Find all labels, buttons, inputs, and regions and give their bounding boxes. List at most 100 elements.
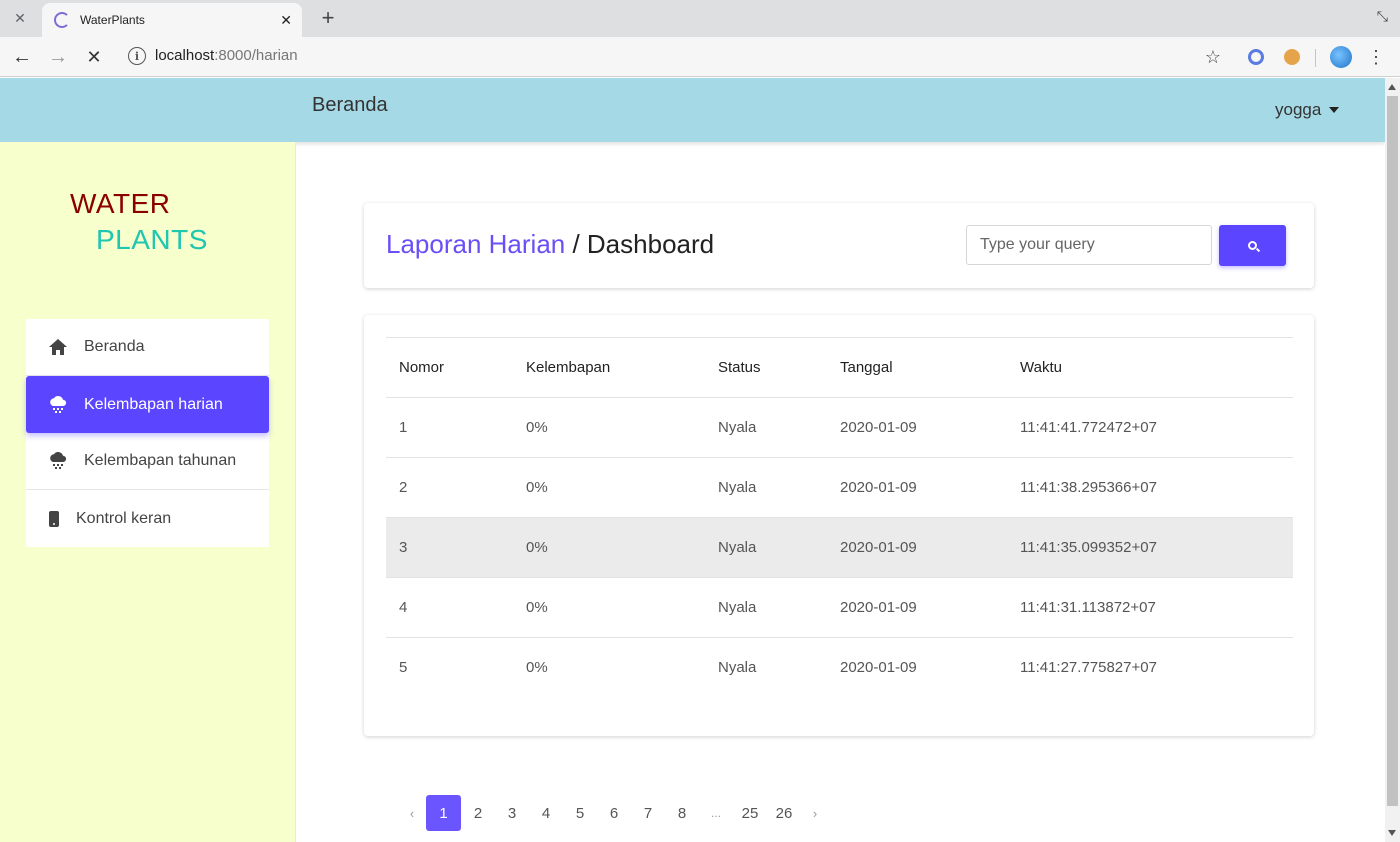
- table-cell: Nyala: [705, 637, 827, 698]
- sidebar: WATER PLANTS Beranda Kelembapan harian K…: [0, 142, 296, 842]
- page-link-3[interactable]: 3: [495, 795, 529, 831]
- table-row: 3 0% Nyala 2020-01-09 11:41:35.099352+07: [386, 517, 1293, 578]
- browser-tab-bar: ✕ WaterPlants ✕ + ⤡: [0, 0, 1400, 37]
- page-link-25[interactable]: 25: [733, 795, 767, 831]
- page-link-2[interactable]: 2: [461, 795, 495, 831]
- sidebar-item-label: Beranda: [84, 338, 145, 355]
- table-cell: 4: [386, 577, 513, 638]
- page-link-5[interactable]: 5: [563, 795, 597, 831]
- table-cell: Nyala: [705, 577, 827, 638]
- table-cell: Nyala: [705, 397, 827, 458]
- sidebar-nav: Beranda Kelembapan harian Kelembapan tah…: [26, 319, 269, 547]
- table-cell: 2020-01-09: [827, 577, 1007, 638]
- table-cell: Nyala: [705, 457, 827, 518]
- page-scrollbar[interactable]: [1385, 78, 1400, 842]
- url-host: localhost: [155, 47, 215, 64]
- page-link-4[interactable]: 4: [529, 795, 563, 831]
- table-cell: 11:41:31.113872+07: [1007, 577, 1293, 638]
- column-header: Status: [705, 337, 827, 398]
- header-title: Beranda: [312, 94, 388, 116]
- search-button[interactable]: [1219, 225, 1286, 266]
- user-name: yogga: [1275, 100, 1322, 119]
- sidebar-item-kelembapan-harian[interactable]: Kelembapan harian: [26, 376, 269, 433]
- search-input[interactable]: [966, 225, 1212, 265]
- browser-menu-icon[interactable]: ⋮: [1364, 43, 1388, 71]
- table-cell: 2020-01-09: [827, 397, 1007, 458]
- table-cell: 11:41:41.772472+07: [1007, 397, 1293, 458]
- page-link-1[interactable]: 1: [426, 795, 461, 831]
- app-header: Beranda yogga: [0, 78, 1385, 142]
- page-title: Laporan Harian / Dashboard: [386, 229, 714, 260]
- scroll-down-arrow-icon[interactable]: [1388, 830, 1396, 836]
- page-link-26[interactable]: 26: [767, 795, 801, 831]
- cloud-rain-icon: [48, 395, 68, 415]
- table-cell: Nyala: [705, 517, 827, 578]
- toolbar-divider: [1315, 49, 1316, 67]
- new-tab-icon[interactable]: +: [314, 4, 342, 32]
- page-link-7[interactable]: 7: [631, 795, 665, 831]
- scroll-thumb[interactable]: [1387, 96, 1398, 806]
- table-cell: 0%: [513, 577, 705, 638]
- table-row: 5 0% Nyala 2020-01-09 11:41:27.775827+07: [386, 637, 1293, 698]
- sidebar-item-label: Kelembapan tahunan: [84, 452, 237, 469]
- column-header: Nomor: [386, 337, 513, 398]
- bookmark-star-icon[interactable]: ☆: [1200, 43, 1226, 71]
- info-icon[interactable]: i: [128, 47, 146, 65]
- column-header: Kelembapan: [513, 337, 705, 398]
- table-cell: 0%: [513, 397, 705, 458]
- restore-window-icon[interactable]: ⤡: [1377, 8, 1388, 25]
- close-icon[interactable]: ✕: [0, 0, 40, 37]
- sidebar-item-label: Kontrol keran: [76, 509, 172, 527]
- table-cell: 2: [386, 457, 513, 518]
- data-table: Nomor Kelembapan Status Tanggal Waktu 1 …: [386, 337, 1293, 698]
- extension-cookie-icon[interactable]: [1282, 43, 1302, 71]
- sidebar-item-kelembapan-tahunan[interactable]: Kelembapan tahunan: [26, 433, 269, 490]
- table-cell: 1: [386, 397, 513, 458]
- table-cell: 0%: [513, 517, 705, 578]
- logo-water: WATER: [70, 188, 171, 219]
- browser-tab[interactable]: WaterPlants ✕: [42, 3, 302, 37]
- pagination-next[interactable]: ›: [801, 795, 829, 831]
- url-path: :8000/harian: [214, 47, 298, 64]
- user-menu[interactable]: yogga: [1275, 100, 1340, 120]
- table-cell: 2020-01-09: [827, 457, 1007, 518]
- column-header: Tanggal: [827, 337, 1007, 398]
- browser-toolbar: ← → ✕ i localhost:8000/harian ☆ ⋮: [0, 37, 1400, 77]
- sidebar-item-beranda[interactable]: Beranda: [26, 319, 269, 376]
- sidebar-item-label: Kelembapan harian: [84, 395, 223, 413]
- breadcrumb-current: Dashboard: [586, 229, 715, 259]
- back-arrow-icon[interactable]: ←: [8, 43, 36, 71]
- favicon-icon: [54, 12, 70, 28]
- table-card: Nomor Kelembapan Status Tanggal Waktu 1 …: [364, 315, 1314, 736]
- forward-arrow-icon[interactable]: →: [44, 43, 72, 71]
- table-row: 2 0% Nyala 2020-01-09 11:41:38.295366+07: [386, 457, 1293, 518]
- profile-globe-icon[interactable]: [1328, 43, 1354, 71]
- phone-icon: [48, 509, 60, 529]
- home-icon: [48, 337, 68, 357]
- table-cell: 2020-01-09: [827, 517, 1007, 578]
- table-row: 4 0% Nyala 2020-01-09 11:41:31.113872+07: [386, 577, 1293, 638]
- scroll-up-arrow-icon[interactable]: [1388, 84, 1396, 90]
- table-cell: 0%: [513, 457, 705, 518]
- extension-ring-icon[interactable]: [1246, 43, 1266, 71]
- address-bar[interactable]: localhost:8000/harian: [155, 47, 298, 64]
- breadcrumb-link[interactable]: Laporan Harian: [386, 229, 565, 259]
- pagination-prev[interactable]: ‹: [398, 795, 426, 831]
- stop-loading-icon[interactable]: ✕: [80, 43, 108, 71]
- table-cell: 11:41:38.295366+07: [1007, 457, 1293, 518]
- table-cell: 2020-01-09: [827, 637, 1007, 698]
- table-cell: 11:41:27.775827+07: [1007, 637, 1293, 698]
- table-cell: 5: [386, 637, 513, 698]
- sidebar-item-kontrol-keran[interactable]: Kontrol keran: [26, 490, 269, 547]
- page-link-6[interactable]: 6: [597, 795, 631, 831]
- column-header: Waktu: [1007, 337, 1293, 398]
- pagination: ‹ 1 2 3 4 5 6 7 8 ... 25 26 ›: [398, 795, 829, 831]
- search-icon: [1248, 241, 1257, 250]
- table-header-row: Nomor Kelembapan Status Tanggal Waktu: [386, 337, 1293, 398]
- tab-close-icon[interactable]: ✕: [280, 12, 292, 29]
- table-cell: 11:41:35.099352+07: [1007, 517, 1293, 578]
- logo-plants: PLANTS: [96, 224, 208, 255]
- table-cell: 3: [386, 517, 513, 578]
- table-cell: 0%: [513, 637, 705, 698]
- page-link-8[interactable]: 8: [665, 795, 699, 831]
